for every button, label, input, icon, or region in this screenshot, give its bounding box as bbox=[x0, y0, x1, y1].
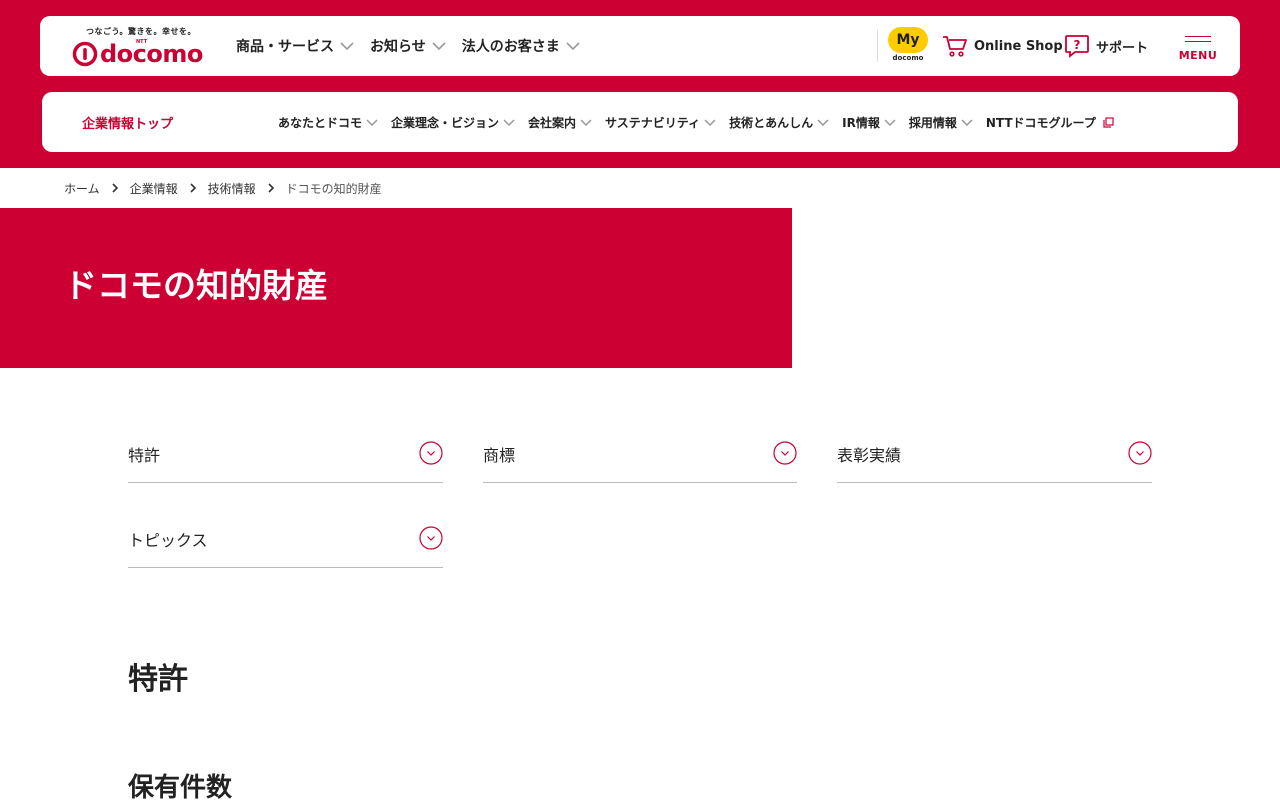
subnav-item-technology[interactable]: 技術とあんしん bbox=[729, 114, 829, 131]
subnav-item-label: 会社案内 bbox=[528, 115, 577, 130]
subsection-title-holdings: 保有件数 bbox=[128, 773, 233, 800]
subnav-item-sustainability[interactable]: サステナビリティ bbox=[605, 114, 716, 131]
my-docomo-button[interactable]: My docomo bbox=[888, 27, 928, 65]
chevron-right-icon bbox=[190, 183, 196, 193]
chevron-down-icon bbox=[503, 118, 515, 126]
breadcrumb-technology[interactable]: 技術情報 bbox=[208, 180, 256, 197]
chevron-down-icon bbox=[566, 42, 580, 50]
gnav-news-label: お知らせ bbox=[370, 39, 426, 55]
subnav-item-label: あなたとドコモ bbox=[278, 115, 363, 130]
breadcrumb-home[interactable]: ホーム bbox=[64, 180, 100, 197]
chevron-down-circle-icon bbox=[419, 526, 443, 550]
logo-tagline: つなごう。驚きを。幸せを。 bbox=[86, 27, 197, 36]
subnav-top-link[interactable]: 企業情報トップ bbox=[82, 113, 173, 132]
anchor-link-topics[interactable]: トピックス bbox=[128, 508, 443, 568]
menu-button[interactable]: MENU bbox=[1176, 34, 1220, 64]
menu-label: MENU bbox=[1178, 49, 1218, 62]
subnav-item-ir[interactable]: IR情報 bbox=[842, 114, 896, 131]
cart-icon bbox=[943, 36, 967, 57]
subnav-item-group[interactable]: NTTドコモグループ bbox=[986, 114, 1114, 131]
breadcrumb-current: ドコモの知的財産 bbox=[285, 181, 382, 196]
header-divider bbox=[877, 30, 878, 62]
anchor-link-awards[interactable]: 表彰実績 bbox=[837, 423, 1152, 483]
anchor-link-patents[interactable]: 特許 bbox=[128, 423, 443, 483]
anchor-link-trademarks[interactable]: 商標 bbox=[483, 423, 797, 483]
gnav-business[interactable]: 法人のお客さま bbox=[462, 36, 580, 56]
subnav-item-label: 技術とあんしん bbox=[729, 115, 814, 130]
global-nav: 商品・サービス お知らせ 法人のお客さま bbox=[236, 16, 596, 76]
subnav-item-label: サステナビリティ bbox=[605, 115, 701, 130]
support-link[interactable]: ? サポート bbox=[1064, 34, 1148, 58]
online-shop-label: Online Shop bbox=[974, 38, 1063, 54]
gnav-news[interactable]: お知らせ bbox=[370, 36, 446, 56]
subnav-item-label: IR情報 bbox=[842, 115, 880, 130]
gnav-business-label: 法人のお客さま bbox=[461, 39, 560, 55]
gnav-products-label: 商品・サービス bbox=[236, 39, 334, 55]
logo-wordmark: docomo bbox=[100, 40, 203, 68]
breadcrumb-corporate[interactable]: 企業情報 bbox=[130, 180, 178, 197]
chevron-right-icon bbox=[268, 183, 274, 193]
subnav-item-company[interactable]: 会社案内 bbox=[528, 114, 592, 131]
my-docomo-sub: docomo bbox=[892, 54, 924, 62]
anchor-label: 商標 bbox=[483, 446, 516, 465]
chevron-down-circle-icon bbox=[1128, 441, 1152, 465]
subnav-item-label: NTTドコモグループ bbox=[985, 115, 1096, 130]
gnav-products[interactable]: 商品・サービス bbox=[236, 36, 354, 56]
chevron-down-icon bbox=[961, 118, 973, 126]
docomo-logo[interactable]: つなごう。驚きを。幸せを。 NTT docomo bbox=[72, 26, 203, 68]
chevron-down-icon bbox=[340, 42, 354, 50]
hamburger-icon bbox=[1185, 36, 1211, 42]
chevron-down-circle-icon bbox=[419, 441, 443, 465]
global-header: つなごう。驚きを。幸せを。 NTT docomo 商品・サービス お知らせ 法人… bbox=[40, 16, 1240, 76]
subnav-item-label: 企業理念・ビジョン bbox=[391, 115, 500, 130]
corporate-subnav: 企業情報トップ あなたとドコモ 企業理念・ビジョン 会社案内 サステナビリティ … bbox=[42, 92, 1238, 152]
online-shop-link[interactable]: Online Shop bbox=[942, 34, 1063, 58]
chevron-down-circle-icon bbox=[773, 441, 797, 465]
anchor-label: 特許 bbox=[128, 446, 161, 465]
support-label: サポート bbox=[1096, 40, 1149, 56]
anchor-label: トピックス bbox=[128, 531, 208, 550]
subnav-item-label: 採用情報 bbox=[908, 115, 957, 130]
external-link-icon bbox=[1103, 116, 1114, 128]
page-title: ドコモの知的財産 bbox=[64, 266, 328, 305]
chevron-down-icon bbox=[580, 118, 592, 126]
subnav-item-philosophy[interactable]: 企業理念・ビジョン bbox=[391, 114, 515, 131]
chevron-down-icon bbox=[884, 118, 896, 126]
anchor-label: 表彰実績 bbox=[837, 446, 902, 465]
chevron-down-icon bbox=[432, 42, 446, 50]
chevron-right-icon bbox=[112, 183, 118, 193]
help-bubble-icon: ? bbox=[1065, 35, 1089, 58]
breadcrumb: ホーム 企業情報 技術情報 ドコモの知的財産 bbox=[64, 168, 382, 208]
svg-text:?: ? bbox=[1074, 38, 1081, 52]
subnav-item-recruit[interactable]: 採用情報 bbox=[909, 114, 973, 131]
my-docomo-badge: My bbox=[888, 27, 928, 53]
chevron-down-icon bbox=[704, 118, 716, 126]
subnav-item-you-and-docomo[interactable]: あなたとドコモ bbox=[278, 114, 378, 131]
chevron-down-icon bbox=[817, 118, 829, 126]
page-hero: ドコモの知的財産 bbox=[0, 208, 792, 368]
section-title-patents: 特許 bbox=[128, 662, 188, 697]
chevron-down-icon bbox=[366, 118, 378, 126]
docomo-ring-icon bbox=[72, 41, 98, 67]
subnav-list: あなたとドコモ 企業理念・ビジョン 会社案内 サステナビリティ 技術とあんしん … bbox=[278, 92, 1127, 152]
